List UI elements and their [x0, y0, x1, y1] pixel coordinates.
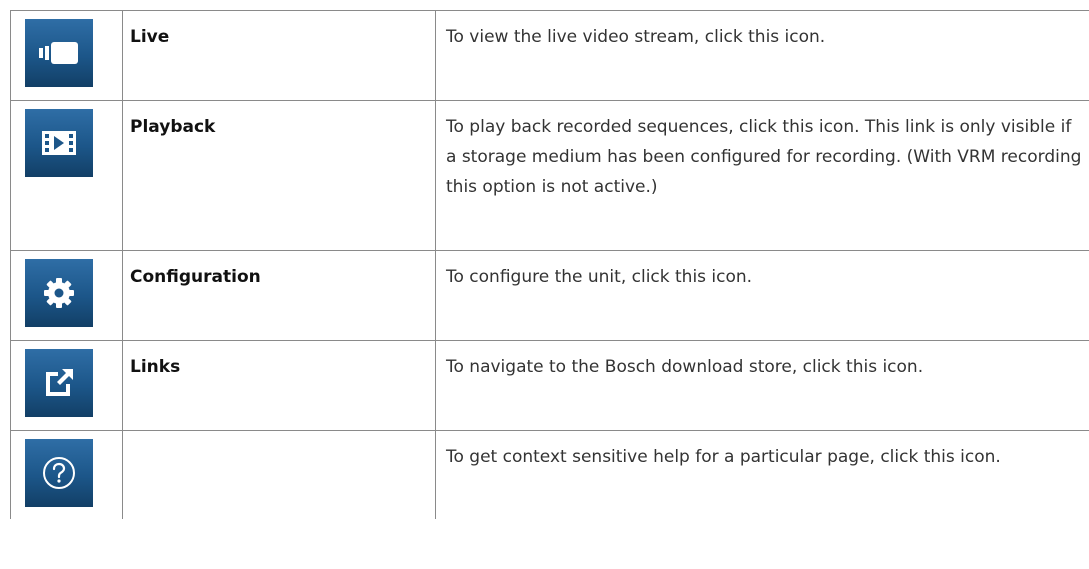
table-row-live: Live To view the live video stream, clic…: [10, 10, 1089, 101]
row-description: To view the live video stream, click thi…: [435, 10, 1089, 101]
configuration-button[interactable]: [25, 259, 93, 327]
row-description: To configure the unit, click this icon.: [435, 250, 1089, 341]
row-name: Configuration: [122, 250, 436, 341]
video-camera-icon: [39, 42, 78, 64]
help-button[interactable]: [25, 439, 93, 507]
links-button[interactable]: [25, 349, 93, 417]
icon-cell: [10, 100, 123, 251]
icon-cell: [10, 10, 123, 101]
gear-icon: [44, 278, 74, 308]
row-name: Playback: [122, 100, 436, 251]
help-question-icon: [43, 457, 75, 489]
icon-reference-table: Live To view the live video stream, clic…: [10, 10, 1089, 519]
live-button[interactable]: [25, 19, 93, 87]
table-row-help: To get context sensitive help for a part…: [10, 430, 1089, 519]
table-row-links: Links To navigate to the Bosch download …: [10, 340, 1089, 431]
table-row-configuration: Configuration To configure the unit, cli…: [10, 250, 1089, 341]
row-description: To play back recorded sequences, click t…: [435, 100, 1089, 251]
playback-button[interactable]: [25, 109, 93, 177]
icon-cell: [10, 250, 123, 341]
row-name: Live: [122, 10, 436, 101]
row-description: To get context sensitive help for a part…: [435, 430, 1089, 519]
row-name: Links: [122, 340, 436, 431]
row-description: To navigate to the Bosch download store,…: [435, 340, 1089, 431]
table-row-playback: Playback To play back recorded sequences…: [10, 100, 1089, 251]
icon-cell: [10, 430, 123, 519]
playback-film-icon: [42, 131, 76, 155]
external-link-icon: [46, 369, 73, 396]
row-name: [122, 430, 436, 519]
icon-cell: [10, 340, 123, 431]
